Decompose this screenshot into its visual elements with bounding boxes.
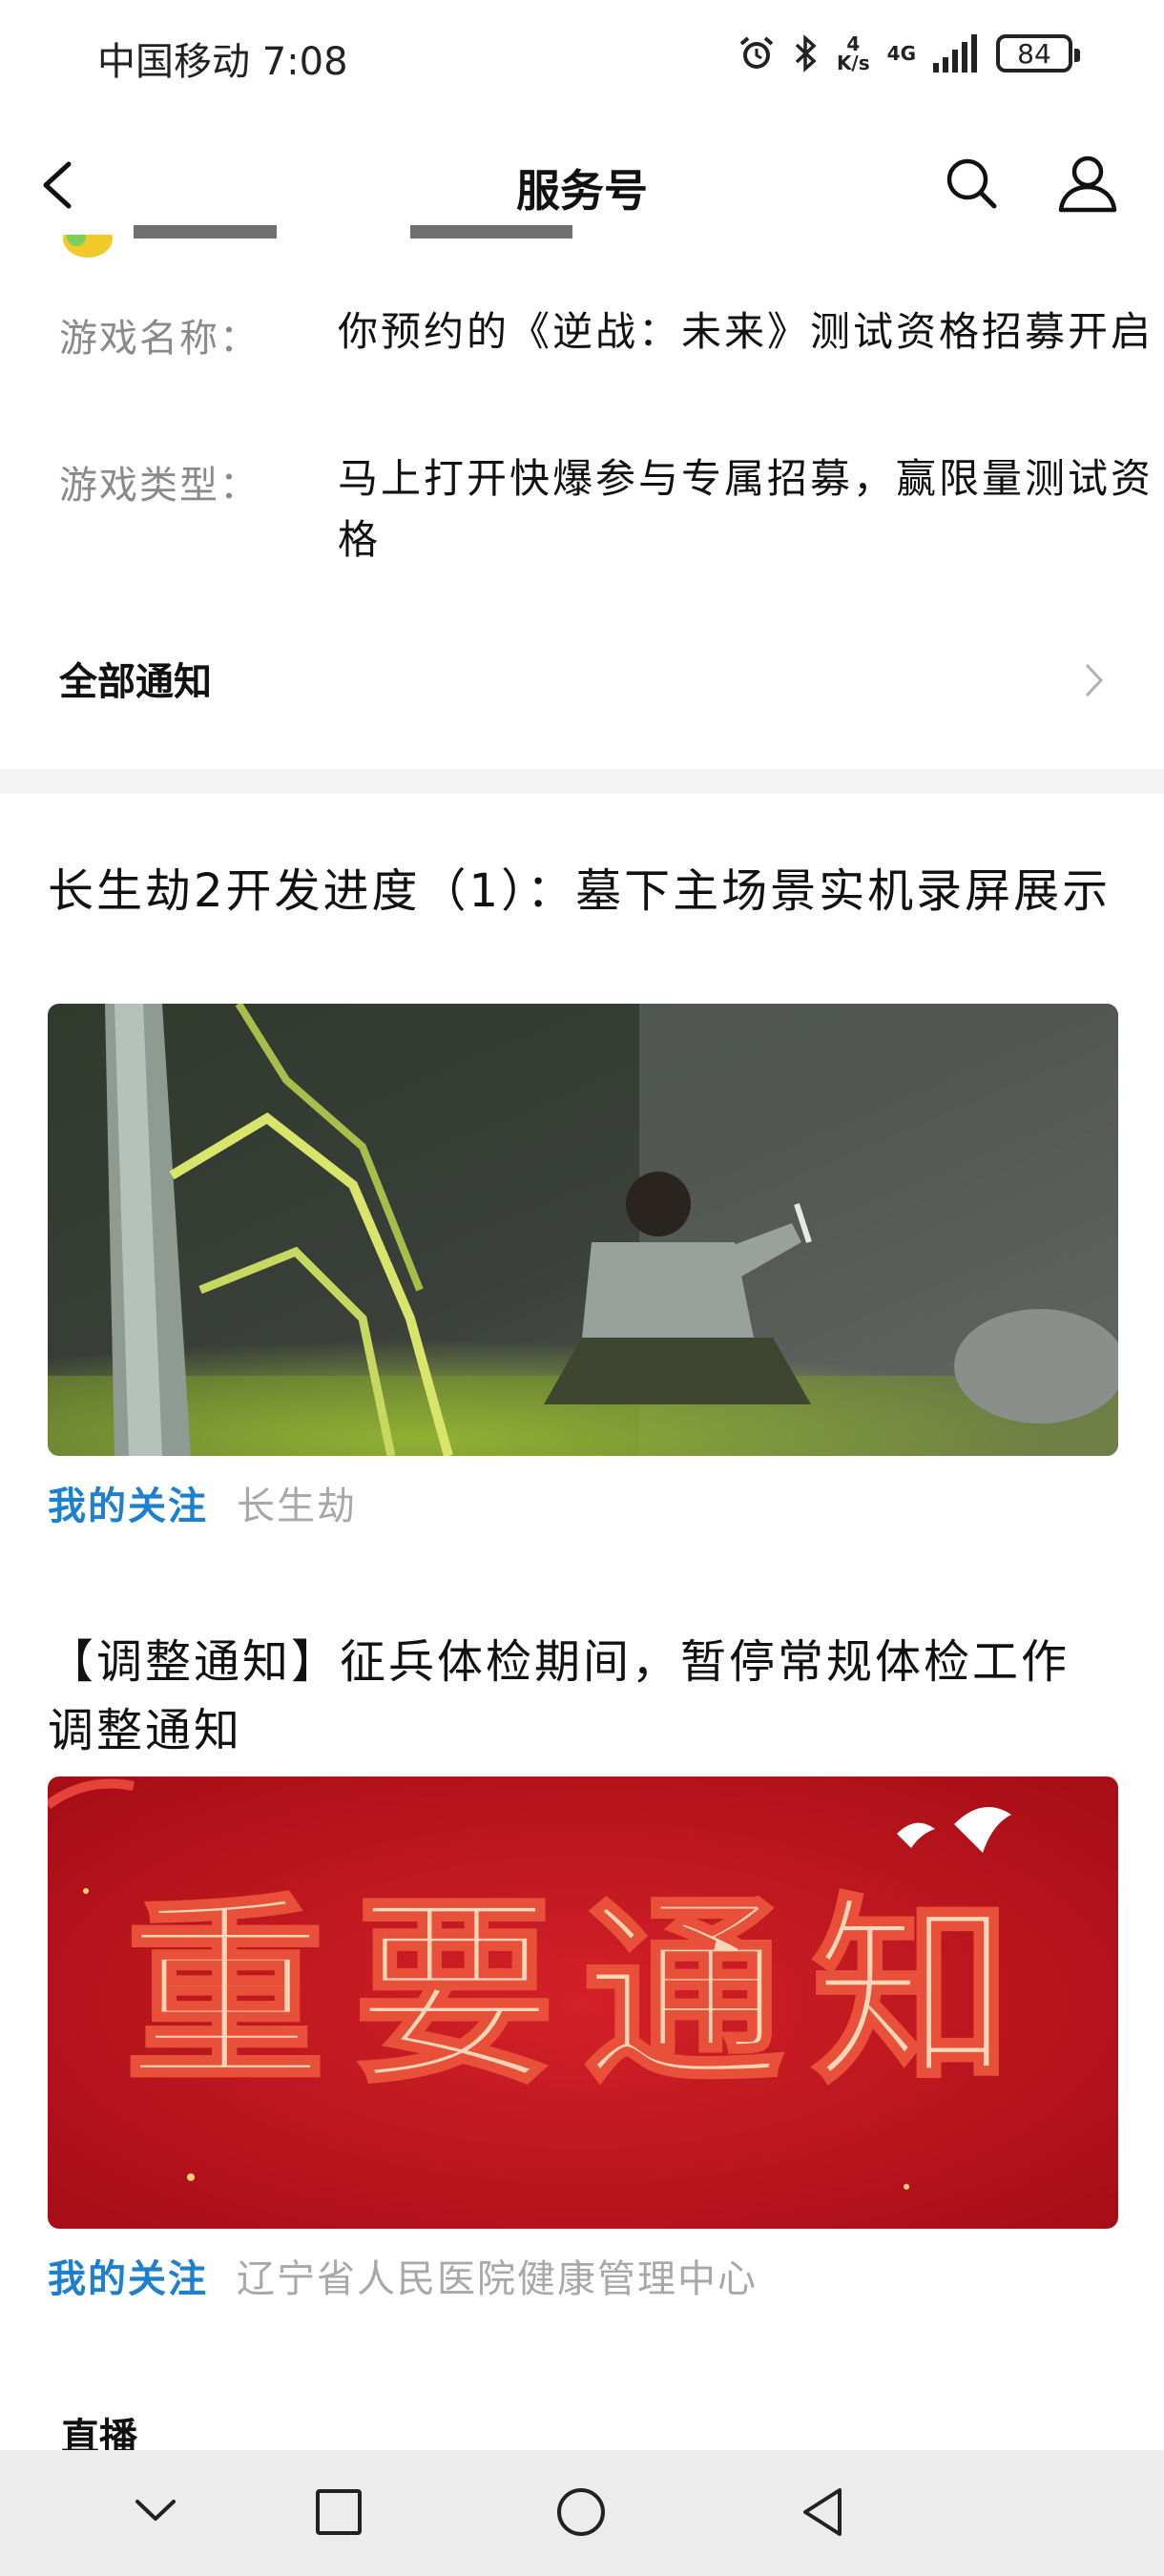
status-icons: 4 K/s 4G 84 [738, 29, 1080, 78]
network-type: 4G [886, 42, 916, 65]
info-value: 马上打开快爆参与专属招募，赢限量测试资格 [338, 455, 1154, 563]
recents-square-icon[interactable] [315, 2488, 363, 2536]
system-nav-bar [0, 2450, 1164, 2576]
info-value: 你预约的《逆战：未来》测试资格招募开启 [338, 308, 1154, 355]
info-label: 游戏名称： [59, 317, 260, 361]
article-source: 我的关注 长生劫 [48, 1475, 357, 1530]
user-icon[interactable] [1057, 153, 1118, 214]
search-icon[interactable] [943, 155, 1000, 212]
network-speed: 4 K/s [836, 32, 870, 74]
article-title[interactable]: 【调整通知】征兵体检期间，暂停常规体检工作调整通知 [48, 1628, 1116, 1765]
article-title[interactable]: 长生劫2开发进度（1）：墓下主场景实机录屏展示 [48, 857, 1116, 925]
home-circle-icon[interactable] [555, 2486, 607, 2538]
battery-level: 84 [1017, 37, 1051, 70]
cropped-avatar [61, 235, 118, 260]
bluetooth-icon [795, 34, 817, 73]
info-row-game-type: 游戏类型： 马上打开快爆参与专属招募，赢限量测试资格 [59, 454, 1151, 588]
alarm-icon [739, 36, 774, 69]
article-source: 我的关注 辽宁省人民医院健康管理中心 [48, 2248, 758, 2303]
signal-icon [933, 34, 977, 73]
follow-tag: 我的关注 [48, 1485, 208, 1528]
section-divider [0, 769, 1164, 794]
article-image-important-notice[interactable]: 重要通知 [48, 1776, 1118, 2229]
back-triangle-icon[interactable] [800, 2486, 845, 2538]
carrier-time: 中国移动 7:08 [97, 40, 348, 84]
collapse-chevron-icon[interactable] [134, 2496, 177, 2524]
cropped-text-line [134, 225, 668, 260]
info-label: 游戏类型： [59, 464, 260, 508]
chevron-right-icon [1085, 663, 1104, 697]
notice-image-text: 重要通知 [125, 1875, 1041, 2110]
follow-tag: 我的关注 [48, 2257, 208, 2301]
status-bar: 中国移动 7:08 4 K/s 4G 84 [0, 0, 1164, 107]
all-notices-label: 全部通知 [59, 660, 212, 704]
article-image-game-scene[interactable] [48, 1004, 1118, 1456]
battery-icon: 84 [996, 34, 1080, 73]
info-row-game-name: 游戏名称： 你预约的《逆战：未来》测试资格招募开启 [59, 307, 1151, 441]
source-name[interactable]: 辽宁省人民医院健康管理中心 [237, 2257, 758, 2301]
all-notices-link[interactable]: 全部通知 [59, 651, 1105, 708]
source-name[interactable]: 长生劫 [237, 1485, 357, 1528]
